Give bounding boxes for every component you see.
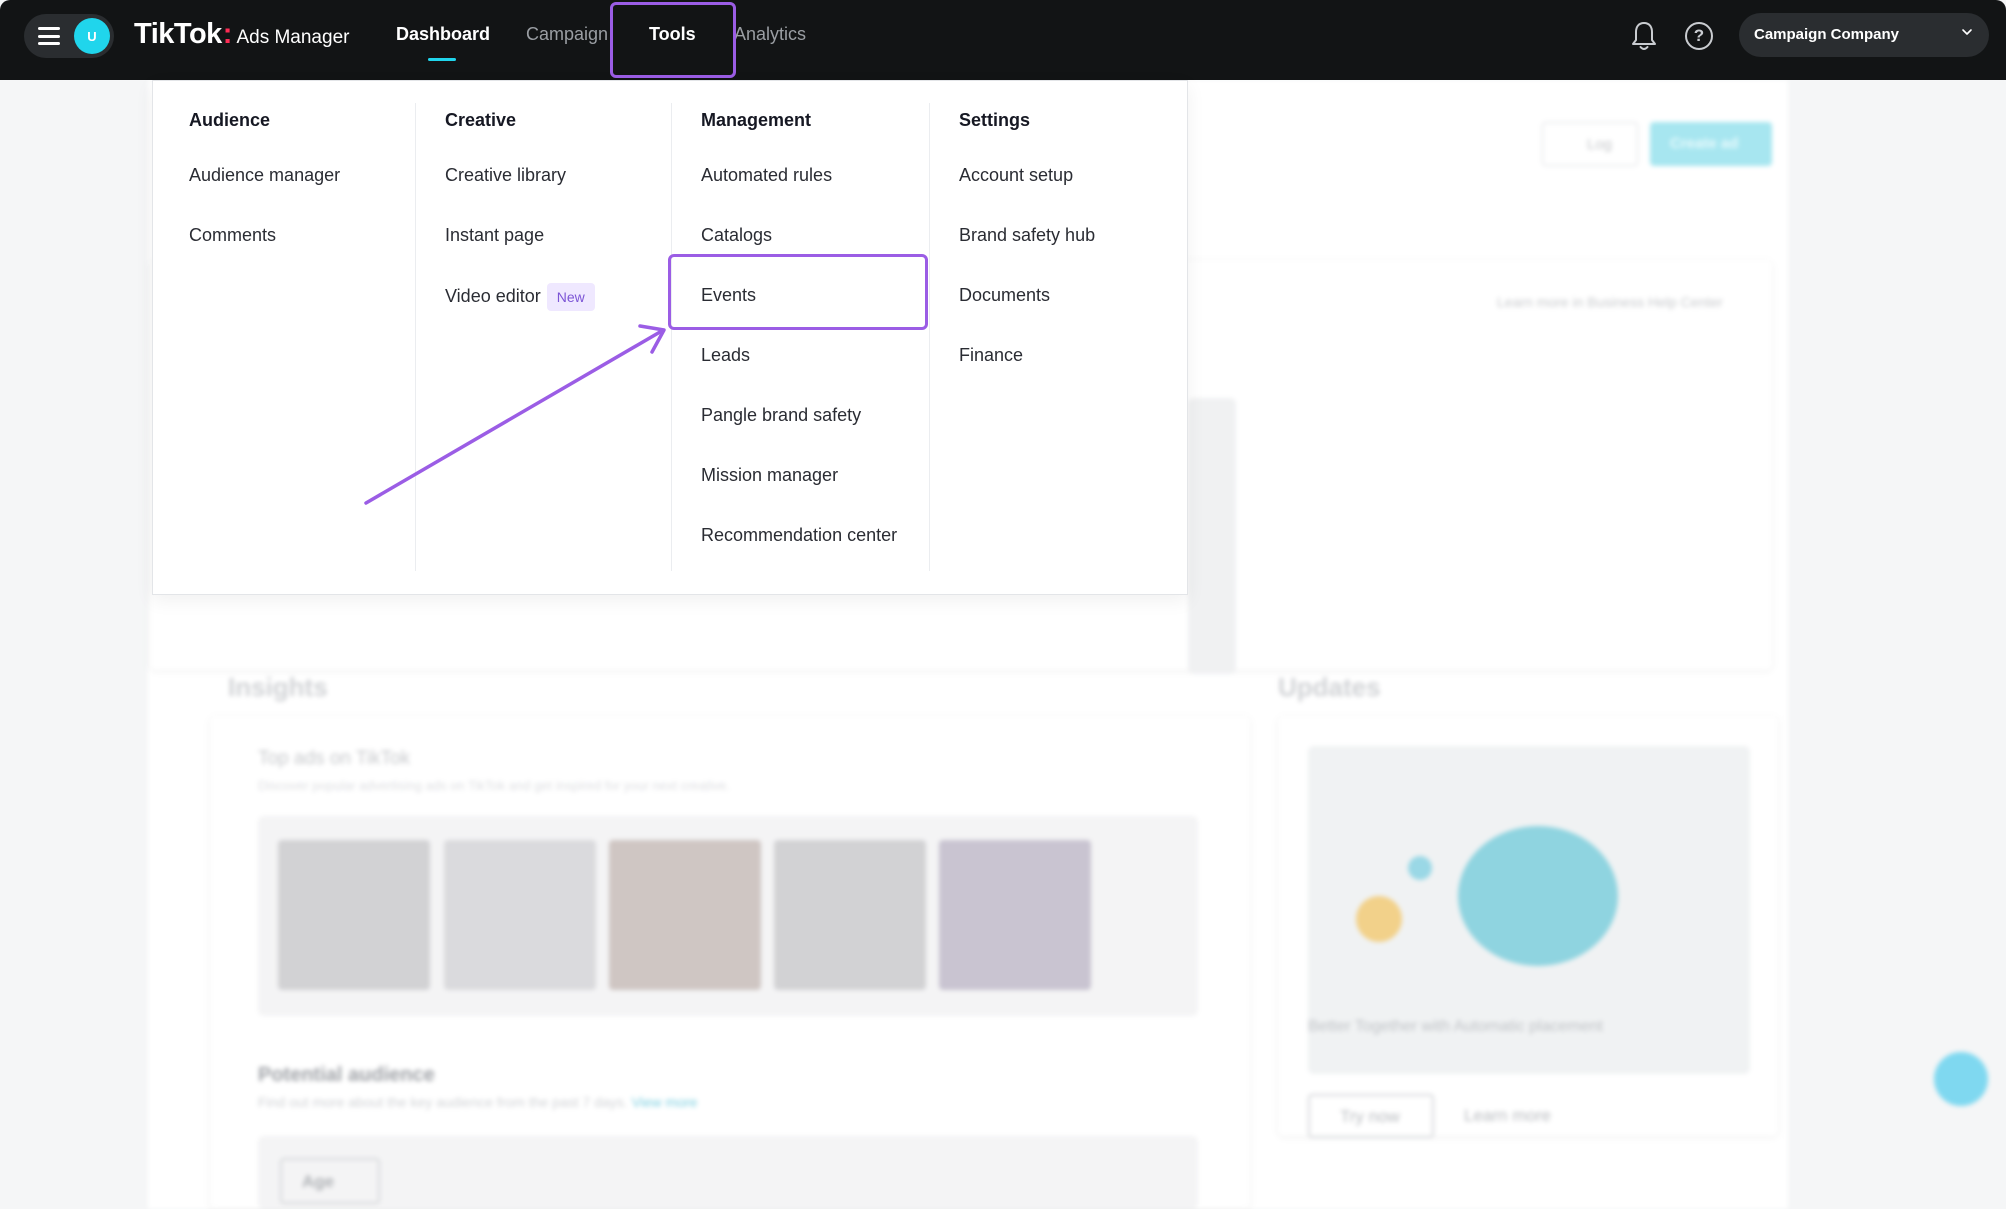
top-ads-title: Top ads on TikTok xyxy=(258,748,411,769)
potential-audience-title: Potential audience xyxy=(258,1064,435,1086)
menu-heading-creative: Creative xyxy=(445,110,517,130)
menu-item-brand-safety-hub[interactable]: Brand safety hub xyxy=(959,225,1095,246)
audience-filter-bar xyxy=(258,1136,1198,1209)
updates-card-title: Better Together with Automatic placement xyxy=(1308,1018,1603,1035)
view-more-link[interactable]: View more xyxy=(632,1094,698,1110)
tab-analytics[interactable]: Analytics xyxy=(734,24,806,45)
ad-thumbnail[interactable] xyxy=(609,840,761,990)
try-now-button[interactable]: Try now xyxy=(1308,1094,1434,1138)
new-badge: New xyxy=(546,283,595,311)
learn-more-link[interactable]: Learn more xyxy=(1464,1106,1551,1126)
ad-thumbnail[interactable] xyxy=(774,840,926,990)
assistant-fab[interactable] xyxy=(1934,1052,1988,1106)
menu-item-recommendation-center[interactable]: Recommendation center xyxy=(701,525,897,546)
menu-item-creative-library[interactable]: Creative library xyxy=(445,165,566,186)
menu-heading-audience: Audience xyxy=(189,110,271,130)
overview-panel-edge xyxy=(1188,398,1236,674)
menu-item-audience-manager[interactable]: Audience manager xyxy=(189,165,340,186)
account-selector[interactable]: Campaign Company xyxy=(1739,13,1989,57)
column-divider xyxy=(929,103,930,571)
chevron-down-icon xyxy=(1962,29,1972,35)
tab-dashboard[interactable]: Dashboard xyxy=(396,24,490,45)
avatar[interactable]: U xyxy=(74,18,110,54)
menu-item-comments[interactable]: Comments xyxy=(189,225,276,246)
active-tab-indicator xyxy=(428,58,456,61)
insights-title: Insights xyxy=(228,672,328,702)
menu-item-mission-manager[interactable]: Mission manager xyxy=(701,465,838,486)
menu-toggle[interactable]: U xyxy=(24,14,114,58)
top-nav-bar: U TikTok: Ads Manager Dashboard Campaign … xyxy=(0,0,2006,80)
create-ad-button[interactable]: Create ad xyxy=(1650,122,1772,166)
potential-audience-subtitle: Find out more about the key audience fro… xyxy=(258,1094,698,1110)
tools-tab-highlight xyxy=(610,2,736,78)
menu-item-automated-rules[interactable]: Automated rules xyxy=(701,165,832,186)
ad-thumbnail[interactable] xyxy=(278,840,430,990)
tools-dropdown-menu: Audience Audience manager Comments Creat… xyxy=(152,80,1188,595)
ad-thumbnail[interactable] xyxy=(444,840,596,990)
age-filter-button[interactable]: Age xyxy=(280,1158,380,1204)
menu-item-video-editor[interactable]: Video editor New xyxy=(445,283,595,311)
tab-campaign[interactable]: Campaign xyxy=(526,24,608,45)
account-name: Campaign Company xyxy=(1754,26,1900,43)
bell-icon[interactable] xyxy=(1630,20,1658,52)
updates-title: Updates xyxy=(1278,672,1381,702)
menu-item-leads[interactable]: Leads xyxy=(701,345,750,366)
menu-item-pangle-brand-safety[interactable]: Pangle brand safety xyxy=(701,405,861,426)
menu-heading-settings: Settings xyxy=(959,110,1031,130)
column-divider xyxy=(415,103,416,571)
events-item-highlight xyxy=(668,254,928,330)
hamburger-icon[interactable] xyxy=(38,27,60,45)
menu-item-catalogs[interactable]: Catalogs xyxy=(701,225,772,246)
help-center-note[interactable]: Learn more in Business Help Center xyxy=(1497,294,1723,310)
tiktok-ads-manager-logo[interactable]: TikTok: Ads Manager xyxy=(134,18,349,51)
column-divider xyxy=(671,103,672,571)
menu-item-instant-page[interactable]: Instant page xyxy=(445,225,544,246)
ad-thumbnail[interactable] xyxy=(939,840,1091,990)
menu-item-documents[interactable]: Documents xyxy=(959,285,1050,306)
menu-item-account-setup[interactable]: Account setup xyxy=(959,165,1073,186)
menu-heading-management: Management xyxy=(701,110,812,130)
top-ads-subtitle: Discover popular advertising ads on TikT… xyxy=(258,778,730,793)
menu-item-finance[interactable]: Finance xyxy=(959,345,1023,366)
log-button[interactable]: Log xyxy=(1542,122,1638,166)
question-circle-icon[interactable]: ? xyxy=(1685,22,1713,50)
